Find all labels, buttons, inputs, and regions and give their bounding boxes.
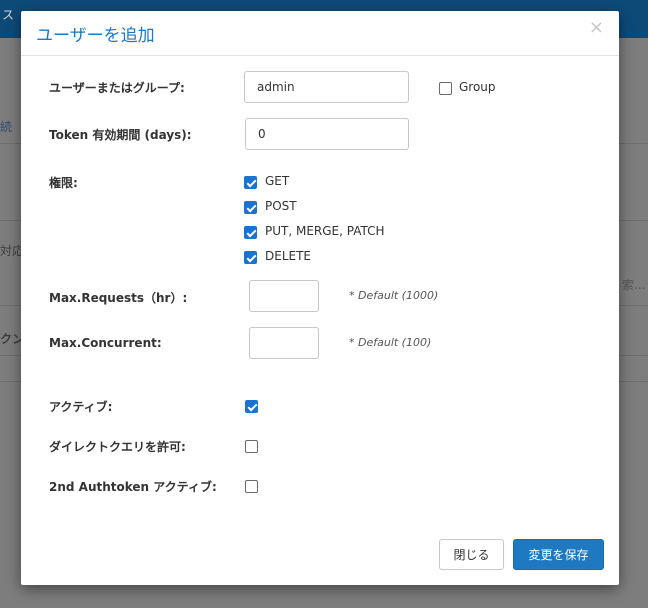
permission-post-label: POST bbox=[265, 199, 297, 213]
user-or-group-input[interactable] bbox=[244, 71, 409, 103]
group-checkbox-label: Group bbox=[459, 80, 496, 94]
modal-header: ユーザーを追加 × bbox=[21, 11, 619, 56]
add-user-modal: ユーザーを追加 × ユーザーまたはグループ: Group Token 有効期間 … bbox=[21, 11, 619, 585]
max-concurrent-label: Max.Concurrent: bbox=[49, 336, 162, 350]
background-topbar-fragment: ス bbox=[2, 8, 15, 22]
active-label: アクティブ: bbox=[49, 400, 113, 414]
direct-query-label: ダイレクトクエリを許可: bbox=[49, 440, 186, 454]
background-divider bbox=[0, 355, 21, 356]
background-divider bbox=[619, 355, 648, 356]
second-authtoken-active-checkbox[interactable] bbox=[245, 480, 258, 493]
background-search-fragment: 索... bbox=[622, 278, 646, 292]
max-requests-label: Max.Requests（hr）: bbox=[49, 291, 188, 305]
permission-get-label: GET bbox=[265, 174, 290, 188]
active-checkbox[interactable] bbox=[245, 400, 258, 413]
close-icon[interactable]: × bbox=[589, 19, 604, 37]
permission-post-checkbox[interactable] bbox=[244, 201, 257, 214]
modal-title: ユーザーを追加 bbox=[36, 26, 155, 46]
group-checkbox[interactable] bbox=[439, 82, 452, 95]
permission-put-merge-patch-checkbox[interactable] bbox=[244, 226, 257, 239]
save-changes-button[interactable]: 変更を保存 bbox=[513, 539, 604, 570]
permission-delete-label: DELETE bbox=[265, 249, 312, 263]
token-expiry-input[interactable] bbox=[245, 118, 409, 150]
background-divider bbox=[619, 381, 648, 382]
close-button[interactable]: 閉じる bbox=[439, 539, 504, 570]
background-divider bbox=[0, 381, 21, 382]
max-requests-hint: * Default (1000) bbox=[349, 289, 439, 302]
second-authtoken-active-label: 2nd Authtoken アクティブ: bbox=[49, 480, 217, 494]
background-divider bbox=[0, 220, 21, 221]
background-divider bbox=[0, 143, 21, 144]
permissions-label: 権限: bbox=[49, 176, 78, 190]
user-or-group-label: ユーザーまたはグループ: bbox=[49, 81, 185, 95]
permission-get-checkbox[interactable] bbox=[244, 176, 257, 189]
direct-query-checkbox[interactable] bbox=[245, 440, 258, 453]
permission-put-merge-patch-label: PUT, MERGE, PATCH bbox=[265, 224, 385, 238]
permission-delete-checkbox[interactable] bbox=[244, 251, 257, 264]
max-concurrent-input[interactable] bbox=[249, 327, 319, 359]
max-concurrent-hint: * Default (100) bbox=[349, 336, 432, 349]
token-expiry-label: Token 有効期間 (days): bbox=[49, 128, 192, 142]
background-divider bbox=[619, 305, 648, 306]
background-divider bbox=[619, 143, 648, 144]
background-divider bbox=[619, 220, 648, 221]
background-divider bbox=[0, 305, 21, 306]
background-link-fragment: 続 bbox=[0, 120, 13, 134]
max-requests-input[interactable] bbox=[249, 280, 319, 312]
